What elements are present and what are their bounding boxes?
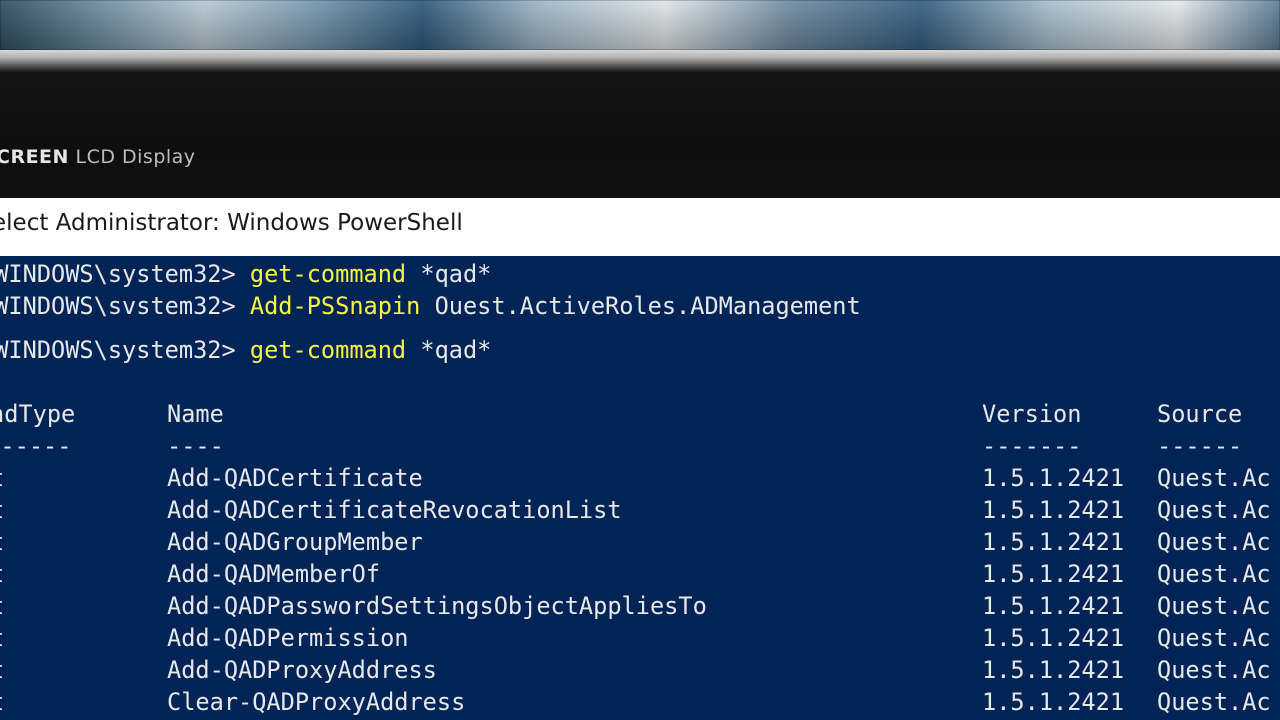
underline-source: ------ [1157,432,1243,460]
console-args: Ouest.ActiveRoles.ADManagement [420,292,861,320]
powershell-console[interactable]: \WINDOWS\system32> get-command *qad* \WI… [0,256,1280,720]
console-prompt: \WINDOWS\system32> [0,260,250,288]
cell-source: Quest.Ac [1157,528,1271,556]
header-version: Version [982,400,1082,428]
cell-source: Quest.Ac [1157,656,1271,684]
cell-version: 1.5.1.2421 [982,624,1125,652]
console-prompt: \WINDOWS\system32> [0,336,250,364]
cell-version: 1.5.1.2421 [982,656,1125,684]
cell-name: Add-QADProxyAddress [167,656,437,684]
cell-source: Quest.Ac [1157,464,1271,492]
console-args: *qad* [406,260,492,288]
cell-source: Quest.Ac [1157,624,1271,652]
console-command: get-command [249,260,407,288]
cell-version: 1.5.1.2421 [982,528,1125,556]
console-command: Add-PSSnapin [249,292,421,320]
cell-source: Quest.Ac [1157,592,1271,620]
cell-type: t [0,592,4,620]
desktop-background [0,0,1280,50]
header-commandtype: ndType [0,400,76,428]
cell-version: 1.5.1.2421 [982,560,1125,588]
cell-name: Add-QADMemberOf [167,560,381,588]
underline-name: ---- [167,432,224,460]
cell-name: Add-QADPasswordSettingsObjectAppliesTo [167,592,707,620]
brand-strong-text: CREEN [0,146,69,168]
console-command-line: \WINDOWS\system32> get-command *qad* [0,260,491,288]
monitor-bezel-edge [0,50,1280,72]
cell-type: t [0,496,4,524]
cell-name: Add-QADPermission [167,624,409,652]
console-command-line: \WINDOWS\svstem32> Add-PSSnapin Ouest.Ac… [0,292,861,320]
brand-light-text: LCD Display [75,146,196,168]
cell-version: 1.5.1.2421 [982,592,1125,620]
monitor-brand-label: CREEN LCD Display [0,146,196,168]
console-args: *qad* [406,336,492,364]
cell-name: Add-QADCertificateRevocationList [167,496,622,524]
underline-commandtype: ------- [0,432,72,460]
cell-type: t [0,528,4,556]
cell-name: Clear-QADProxyAddress [167,688,466,716]
console-command-line: \WINDOWS\system32> get-command *qad* [0,336,491,364]
cell-source: Quest.Ac [1157,496,1271,524]
cell-version: 1.5.1.2421 [982,496,1125,524]
cell-type: t [0,560,4,588]
cell-version: 1.5.1.2421 [982,464,1125,492]
header-name: Name [167,400,224,428]
underline-version: ------- [982,432,1082,460]
cell-source: Quest.Ac [1157,688,1271,716]
window-title: elect Administrator: Windows PowerShell [0,210,463,236]
cell-type: t [0,464,4,492]
cell-type: t [0,656,4,684]
console-prompt: \WINDOWS\svstem32> [0,292,250,320]
monitor-bezel [0,72,1280,198]
console-command: get-command [249,336,407,364]
cell-version: 1.5.1.2421 [982,688,1125,716]
cell-name: Add-QADGroupMember [167,528,423,556]
cell-type: t [0,688,4,716]
cell-source: Quest.Ac [1157,560,1271,588]
window-titlebar[interactable]: elect Administrator: Windows PowerShell [0,198,1280,257]
header-source: Source [1157,400,1243,428]
photo-of-monitor: CREEN LCD Display elect Administrator: W… [0,0,1280,720]
cell-name: Add-QADCertificate [167,464,423,492]
cell-type: t [0,624,4,652]
